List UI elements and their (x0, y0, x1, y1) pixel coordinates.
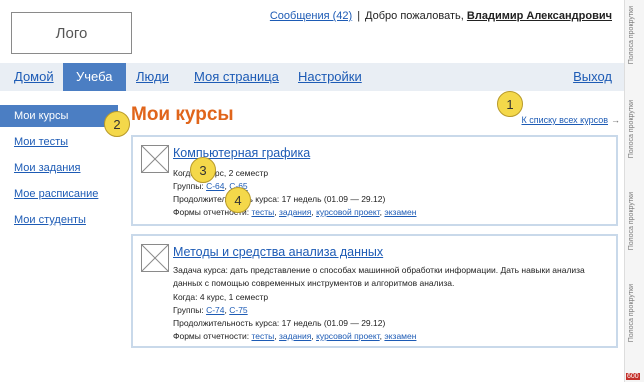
duration-value: 17 недель (01.09 — 29.12) (281, 194, 386, 204)
welcome-text: Добро пожаловать, (365, 10, 464, 22)
ruler-label: Полоса прокрутки (628, 192, 635, 251)
main-nav: Домой Учеба Люди Моя страница Настройки … (0, 63, 624, 91)
page-title: Мои курсы (131, 104, 234, 125)
ruler-width-badge: 600 (626, 373, 640, 380)
form-link-project[interactable]: курсовой проект (316, 331, 380, 341)
form-link-assignments[interactable]: задания (279, 331, 311, 341)
user-name-link[interactable]: Владимир Александрович (467, 10, 612, 22)
group-link[interactable]: С-74 (206, 305, 224, 315)
duration-value: 17 недель (01.09 — 29.12) (281, 318, 386, 328)
sidebar: Мои курсы Мои тесты Мои задания Мое расп… (0, 105, 118, 235)
callout-1: 1 (497, 91, 523, 117)
course-when: Когда: 4 курс, 2 семестр (173, 168, 268, 178)
logo-text: Лого (55, 24, 88, 42)
nav-study[interactable]: Учеба (63, 63, 126, 91)
form-link-exam[interactable]: экзамен (384, 207, 416, 217)
form-link-exam[interactable]: экзамен (384, 331, 416, 341)
ruler-label: Полоса прокрутки (628, 284, 635, 343)
nav-exit[interactable]: Выход (573, 63, 612, 91)
sidebar-item-my-tests[interactable]: Мои тесты (0, 131, 118, 157)
messages-link[interactable]: Сообщения (42) (270, 10, 352, 22)
scrollbar-ruler: Полоса прокрутки Полоса прокрутки Полоса… (624, 0, 644, 382)
course-duration: Продолжительность курса: 17 недель (01.0… (173, 318, 385, 328)
course-forms: Формы отчетности: тесты, задания, курсов… (173, 207, 417, 217)
form-link-project[interactable]: курсовой проект (316, 207, 380, 217)
when-value: 4 курс, 1 семестр (199, 292, 269, 302)
course-card: Методы и средства анализа данных Задача … (131, 234, 618, 348)
course-duration: Продолжительность курса: 17 недель (01.0… (173, 194, 385, 204)
nav-home[interactable]: Домой (14, 63, 54, 91)
nav-settings[interactable]: Настройки (298, 63, 362, 91)
nav-my-page[interactable]: Моя страница (194, 63, 279, 91)
top-bar: Сообщения (42) | Добро пожаловать, Владими… (270, 10, 612, 22)
callout-4: 4 (225, 187, 251, 213)
course-forms: Формы отчетности: тесты, задания, курсов… (173, 331, 417, 341)
sidebar-item-my-schedule[interactable]: Мое расписание (0, 183, 118, 209)
duration-label: Продолжительность курса: (173, 318, 280, 328)
group-link[interactable]: С-64 (206, 181, 224, 191)
course-thumbnail (141, 244, 169, 272)
course-title-link[interactable]: Компьютерная графика (173, 146, 310, 160)
course-when: Когда: 4 курс, 1 семестр (173, 292, 268, 302)
when-label: Когда: (173, 292, 198, 302)
separator: | (357, 10, 361, 22)
form-link-assignments[interactable]: задания (279, 207, 311, 217)
course-thumbnail (141, 145, 169, 173)
ruler-label: Полоса прокрутки (628, 6, 635, 65)
nav-people[interactable]: Люди (136, 63, 169, 91)
course-title-link[interactable]: Методы и средства анализа данных (173, 245, 383, 259)
arrow-right-icon: → (611, 115, 620, 125)
course-groups: Группы: С-74, С-75 (173, 305, 248, 315)
group-link[interactable]: С-75 (229, 305, 247, 315)
groups-label: Группы: (173, 305, 204, 315)
callout-3: 3 (190, 157, 216, 183)
form-link-tests[interactable]: тесты (251, 207, 274, 217)
ruler-label: Полоса прокрутки (628, 100, 635, 159)
forms-label: Формы отчетности: (173, 331, 250, 341)
sidebar-item-my-students[interactable]: Мои студенты (0, 209, 118, 235)
back-link-wrap: К списку всех курсов → (521, 115, 620, 125)
callout-2: 2 (104, 111, 130, 137)
sidebar-item-my-assignments[interactable]: Мои задания (0, 157, 118, 183)
course-description: Задача курса: дать представление о спосо… (173, 265, 585, 288)
all-courses-link[interactable]: К списку всех курсов (521, 115, 608, 125)
form-link-tests[interactable]: тесты (251, 331, 274, 341)
logo[interactable]: Лого (11, 12, 132, 54)
sidebar-item-my-courses[interactable]: Мои курсы (0, 105, 118, 127)
